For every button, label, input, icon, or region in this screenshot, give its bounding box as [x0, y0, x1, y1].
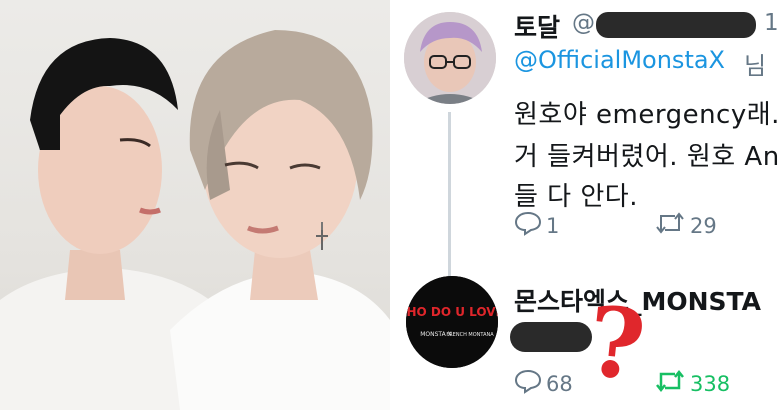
tweet1-text-line: 거 들켜버렸어. 원호 Ang [514, 142, 780, 172]
reply-count: 68 [546, 371, 573, 396]
retweet-button[interactable]: 29 [654, 210, 717, 241]
tweet1-handle-prefix: @ [572, 10, 595, 36]
thread-connector-line [448, 112, 451, 278]
avatar-feature-text: FRENCH MONTANA [446, 332, 494, 338]
reply-icon [514, 210, 542, 241]
retweet-icon [654, 210, 686, 241]
tweet1-display-name[interactable]: 토달 [514, 8, 560, 44]
tweet1-timestamp-partial: 1 [764, 10, 779, 36]
mention-suffix: 님 [744, 52, 767, 80]
monstax-avatar[interactable]: WHO DO U LOVE? MONSTA X FRENCH MONTANA [406, 276, 498, 368]
reply-button[interactable]: 1 [514, 210, 559, 241]
user-avatar[interactable] [404, 12, 496, 104]
two-people-photo [0, 30, 390, 410]
red-question-mark-annotation: ? [582, 284, 651, 403]
reply-button[interactable]: 68 [514, 368, 573, 399]
redacted-tweet-text [510, 322, 592, 352]
tweet1-text-line: 원호야 emergency래. [514, 100, 780, 130]
retweet-icon [654, 368, 686, 399]
redacted-handle [596, 12, 756, 38]
reply-icon [514, 368, 542, 399]
mention-link[interactable]: @OfficialMonstaX [514, 46, 725, 74]
avatar-photo [404, 12, 496, 104]
retweet-count: 338 [690, 371, 731, 396]
album-cover-avatar: WHO DO U LOVE? MONSTA X FRENCH MONTANA [406, 276, 498, 368]
tweet-thread: 토달 @ 1 @OfficialMonstaX 님 원호야 emergency래… [390, 0, 780, 410]
photo-panel [0, 0, 390, 410]
retweet-count: 29 [690, 213, 717, 238]
avatar-title-text: WHO DO U LOVE? [406, 305, 498, 319]
reply-count: 1 [546, 213, 560, 238]
retweet-button[interactable]: 338 [654, 368, 730, 399]
tweet1-text-line: 들 다 안다. [514, 182, 638, 212]
